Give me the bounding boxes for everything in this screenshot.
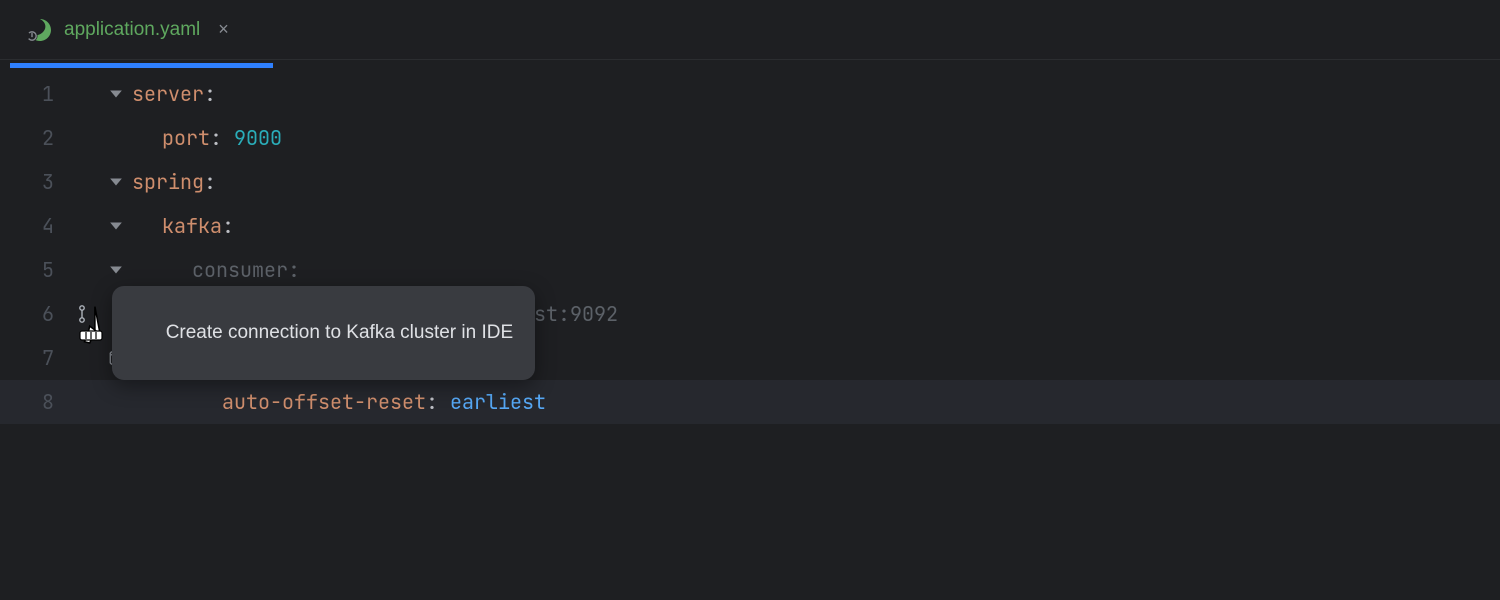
line-number: 1: [0, 81, 62, 107]
close-tab-icon[interactable]: ×: [210, 19, 229, 40]
code-line[interactable]: 1 server:: [0, 72, 1500, 116]
tooltip-text: Create connection to Kafka cluster in ID…: [166, 322, 513, 343]
code-line[interactable]: 8 auto-offset-reset: earliest: [0, 380, 1500, 424]
editor[interactable]: 1 server: 2 port: 9000 3 spring: 4 kafka…: [0, 60, 1500, 424]
code-line[interactable]: 3 spring:: [0, 160, 1500, 204]
fold-toggle[interactable]: [102, 219, 130, 233]
line-number: 3: [0, 169, 62, 195]
tab-application-yaml[interactable]: application.yaml ×: [10, 0, 245, 59]
line-number: 6: [0, 301, 62, 327]
line-number: 7: [0, 345, 62, 371]
tab-filename: application.yaml: [64, 19, 200, 41]
tab-bar: application.yaml ×: [0, 0, 1500, 60]
spring-boot-icon: [26, 18, 54, 42]
create-kafka-connection-icon[interactable]: [62, 305, 102, 323]
gutter-tooltip: Create connection to Kafka cluster in ID…: [112, 286, 535, 380]
fold-toggle[interactable]: [102, 175, 130, 189]
line-number: 5: [0, 257, 62, 283]
code-line[interactable]: 2 port: 9000: [0, 116, 1500, 160]
line-number: 4: [0, 213, 62, 239]
line-number: 2: [0, 125, 62, 151]
code-line[interactable]: 6 bootstrap-servers: localhost:9092 Crea…: [0, 292, 1500, 336]
code-line[interactable]: 4 kafka:: [0, 204, 1500, 248]
fold-toggle[interactable]: [102, 263, 130, 277]
line-number: 8: [0, 389, 62, 415]
fold-toggle[interactable]: [102, 87, 130, 101]
